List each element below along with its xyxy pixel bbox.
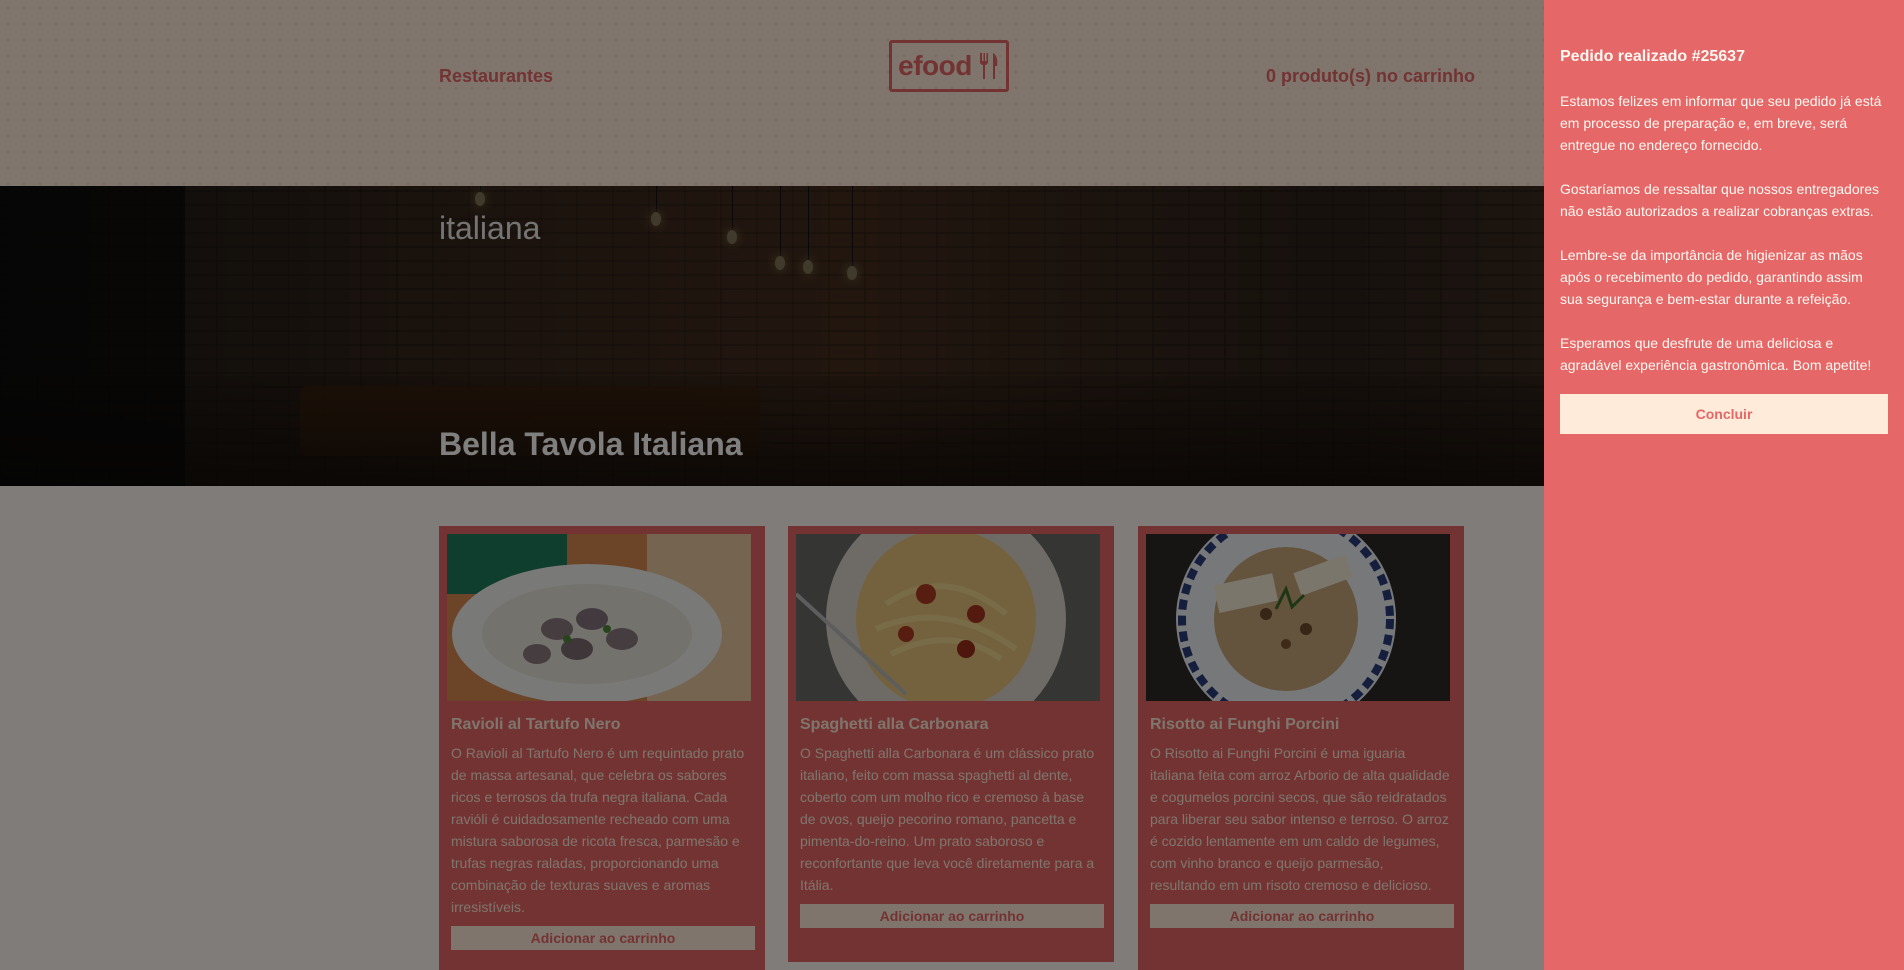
- modal-overlay[interactable]: [0, 0, 1544, 970]
- conclude-button[interactable]: Concluir: [1560, 394, 1888, 434]
- order-message-paragraph: Lembre-se da importância de higienizar a…: [1560, 247, 1863, 307]
- order-message-paragraph: Gostaríamos de ressaltar que nossos entr…: [1560, 181, 1880, 219]
- order-title: Pedido realizado #25637: [1560, 48, 1745, 65]
- order-message-paragraph: Estamos felizes em informar que seu pedi…: [1560, 93, 1882, 153]
- order-message-paragraph: Esperamos que desfrute de uma deliciosa …: [1560, 335, 1872, 373]
- order-confirmation-sidebar: Pedido realizado #25637 Estamos felizes …: [1544, 0, 1904, 970]
